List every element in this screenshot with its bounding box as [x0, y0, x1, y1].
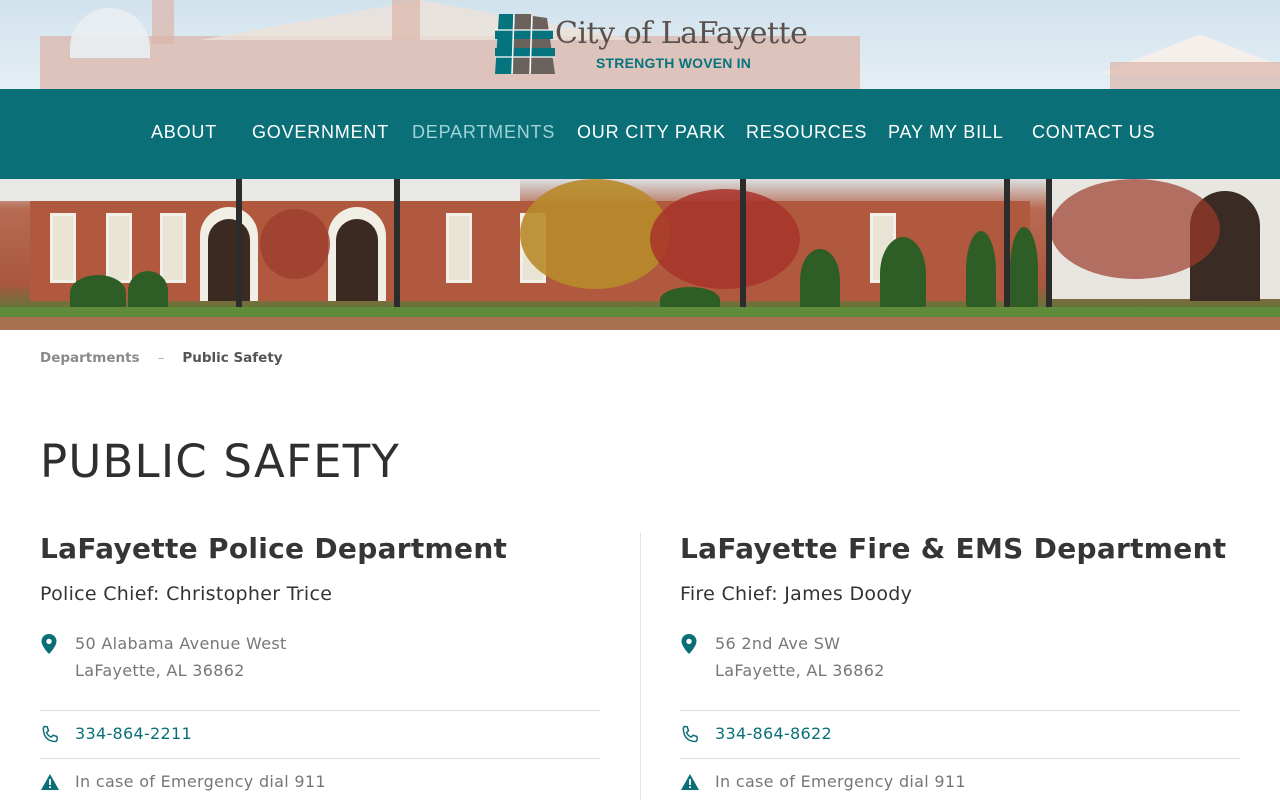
nav-item-contact-us[interactable]: CONTACT US [1032, 122, 1155, 143]
phone-row: 334-864-2211 [40, 711, 600, 759]
woven-logo-icon [495, 13, 555, 75]
phone-link[interactable]: 334-864-8622 [715, 724, 832, 743]
address-line-1: 56 2nd Ave SW [715, 634, 841, 653]
phone-link[interactable]: 334-864-2211 [75, 724, 192, 743]
address-row: 56 2nd Ave SW LaFayette, AL 36862 [680, 629, 1240, 711]
address-line-1: 50 Alabama Avenue West [75, 634, 287, 653]
address-line-2: LaFayette, AL 36862 [75, 661, 245, 680]
department-name: LaFayette Fire & EMS Department [680, 532, 1227, 565]
department-name: LaFayette Police Department [40, 532, 508, 565]
department-chief: Fire Chief: James Doody [680, 583, 913, 605]
breadcrumb-link-departments[interactable]: Departments [40, 350, 140, 366]
column-divider [640, 533, 641, 800]
nav-item-departments[interactable]: DEPARTMENTS [412, 122, 555, 143]
hero-banner-photo [0, 179, 1280, 330]
police-department-card: LaFayette Police Department Police Chief… [40, 530, 600, 800]
map-pin-icon [41, 634, 57, 654]
address-row: 50 Alabama Avenue West LaFayette, AL 368… [40, 629, 600, 711]
warning-icon [681, 774, 699, 790]
breadcrumb-current: Public Safety [182, 350, 283, 366]
phone-icon [682, 725, 698, 743]
phone-icon [42, 725, 58, 743]
fire-ems-department-card: LaFayette Fire & EMS Department Fire Chi… [680, 530, 1240, 800]
emergency-row: In case of Emergency dial 911 [680, 759, 1240, 800]
breadcrumb-separator: – [157, 350, 165, 366]
breadcrumb: Departments – Public Safety [40, 350, 283, 366]
address-line-2: LaFayette, AL 36862 [715, 661, 885, 680]
logo-city-name: City of LaFayette [555, 16, 808, 51]
department-chief: Police Chief: Christopher Trice [40, 583, 333, 605]
nav-item-about[interactable]: ABOUT [151, 122, 217, 143]
emergency-row: In case of Emergency dial 911 [40, 759, 600, 800]
emergency-text: In case of Emergency dial 911 [715, 772, 966, 791]
nav-item-our-city-park[interactable]: OUR CITY PARK [577, 122, 726, 143]
header-background-photo: City of LaFayette STRENGTH WOVEN IN [0, 0, 1280, 89]
nav-item-resources[interactable]: RESOURCES [746, 122, 867, 143]
main-nav: ABOUT GOVERNMENT DEPARTMENTS OUR CITY PA… [0, 89, 1280, 179]
nav-item-government[interactable]: GOVERNMENT [252, 122, 389, 143]
page-title: PUBLIC SAFETY [40, 435, 401, 488]
phone-row: 334-864-8622 [680, 711, 1240, 759]
warning-icon [41, 774, 59, 790]
map-pin-icon [681, 634, 697, 654]
logo-tagline: STRENGTH WOVEN IN [596, 55, 752, 71]
emergency-text: In case of Emergency dial 911 [75, 772, 326, 791]
site-logo[interactable]: City of LaFayette STRENGTH WOVEN IN [493, 12, 808, 76]
nav-item-pay-my-bill[interactable]: PAY MY BILL [888, 122, 1004, 143]
